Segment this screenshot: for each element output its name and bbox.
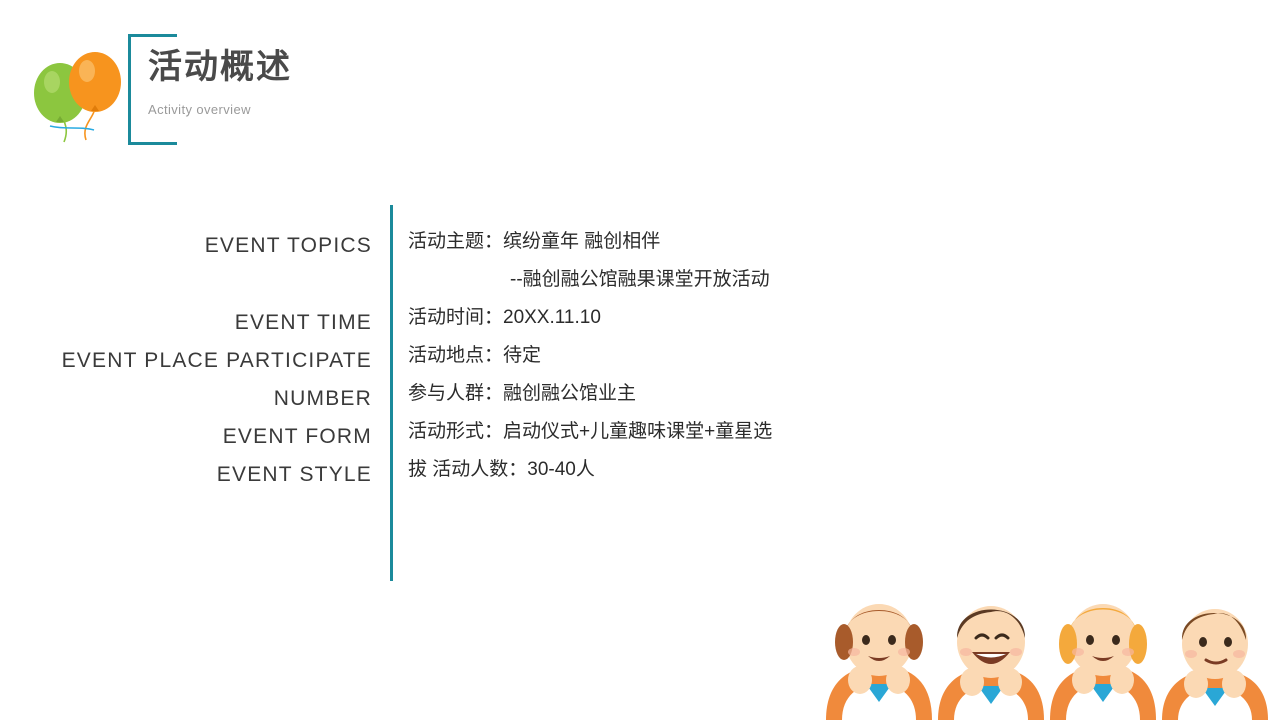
detail-row: 参与人群：融创融公馆业主 xyxy=(408,383,637,404)
label-event-place-participate: EVENT PLACE PARTICIPATE xyxy=(61,349,372,372)
label-column: EVENT TOPICS EVENT TIME EVENT PLACE PART… xyxy=(60,227,372,494)
title-block: 活动概述 Activity overview xyxy=(148,44,292,117)
vertical-divider xyxy=(390,205,393,581)
page-title: 活动概述 xyxy=(148,48,292,86)
page-subtitle: Activity overview xyxy=(148,102,251,117)
label-event-form: EVENT FORM xyxy=(222,425,372,448)
slide-header: 活动概述 Activity overview xyxy=(0,0,1280,170)
detail-row: 活动形式：启动仪式+儿童趣味课堂+童星选 xyxy=(408,421,773,442)
detail-column: 活动主题：缤纷童年 融创相伴 --融创融公馆融果课堂开放活动 活动时间：20XX… xyxy=(408,223,1128,489)
label-event-topics: EVENT TOPICS xyxy=(204,234,372,257)
detail-row: 拔 活动人数：30-40人 xyxy=(408,459,595,480)
detail-row: 活动主题：缤纷童年 融创相伴 xyxy=(408,231,661,252)
children-illustration xyxy=(826,604,1268,720)
detail-row: --融创融公馆融果课堂开放活动 xyxy=(510,269,770,290)
label-event-style: EVENT STYLE xyxy=(216,463,372,486)
label-number: NUMBER xyxy=(273,387,372,410)
detail-row: 活动时间：20XX.11.10 xyxy=(408,307,601,328)
detail-row: 活动地点：待定 xyxy=(408,345,542,366)
balloons-icon xyxy=(34,52,121,143)
label-event-time: EVENT TIME xyxy=(234,311,372,334)
